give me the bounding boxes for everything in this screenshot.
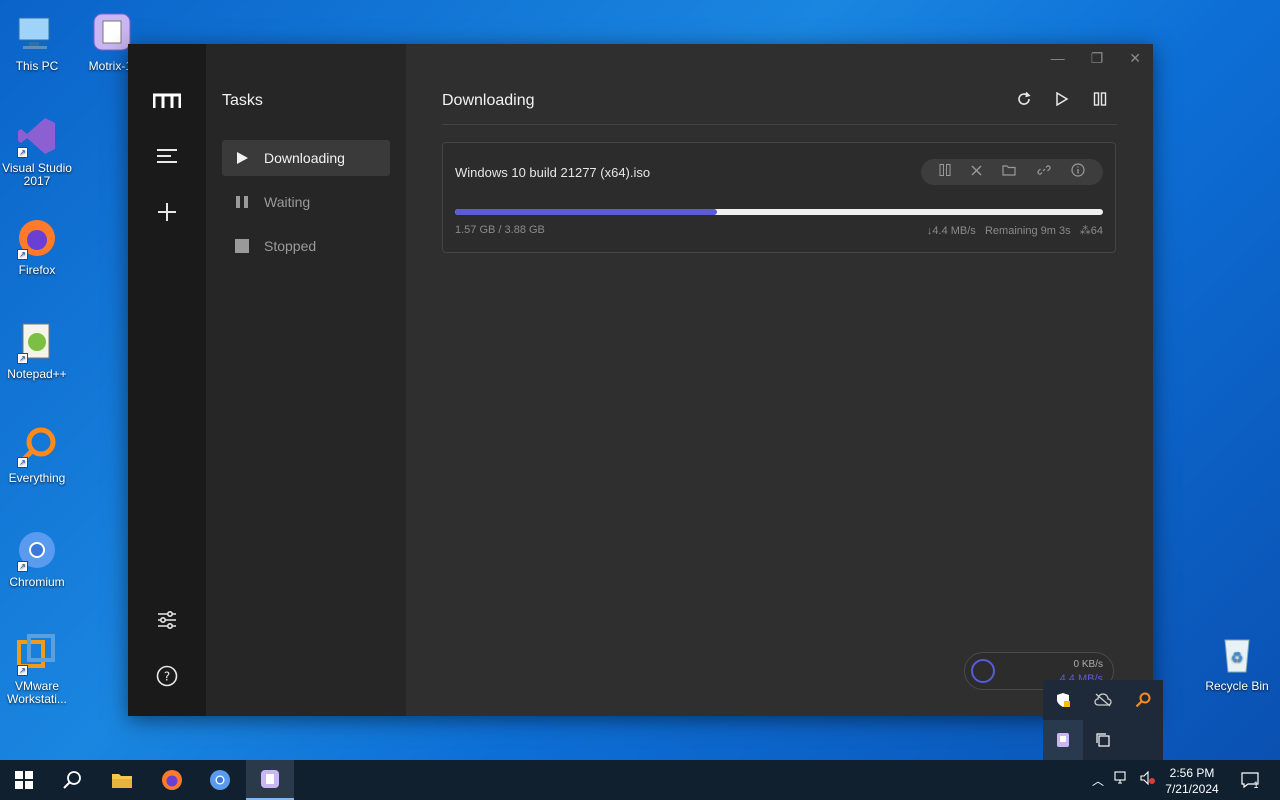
play-icon bbox=[234, 150, 250, 166]
help-icon[interactable]: ? bbox=[152, 661, 182, 691]
resume-all-icon[interactable] bbox=[1053, 90, 1071, 108]
search-button[interactable] bbox=[48, 760, 96, 800]
network-icon[interactable] bbox=[1114, 770, 1130, 790]
show-hidden-icons-chevron-icon[interactable]: ︿ bbox=[1092, 772, 1104, 789]
visual-studio-icon: ↗ bbox=[15, 114, 59, 158]
pause-task-icon[interactable] bbox=[939, 163, 951, 181]
desktop-icon-visual-studio[interactable]: ↗ Visual Studio 2017 bbox=[1, 114, 73, 188]
task-stats: ↓4.4 MB/s Remaining 9m 3s ⁂64 bbox=[927, 224, 1103, 237]
vmware-icon: ↗ bbox=[15, 632, 59, 676]
empty-slot bbox=[1123, 720, 1163, 760]
svg-text:?: ? bbox=[164, 670, 170, 684]
desktop-icon-vmware[interactable]: ↗ VMware Workstati... bbox=[1, 632, 73, 706]
connections-icon: ⁂ bbox=[1079, 225, 1091, 237]
link-icon[interactable] bbox=[1037, 163, 1051, 182]
maximize-icon[interactable]: ❐ bbox=[1091, 50, 1104, 67]
window-controls: — ❐ ✕ bbox=[1051, 50, 1141, 67]
computer-icon bbox=[15, 12, 59, 56]
desktop-icon-label: Visual Studio 2017 bbox=[2, 161, 72, 188]
refresh-icon[interactable] bbox=[1015, 90, 1033, 108]
info-icon[interactable] bbox=[1071, 162, 1085, 182]
divider bbox=[442, 124, 1117, 125]
taskbar-clock[interactable]: 2:56 PM 7/21/2024 bbox=[1160, 765, 1224, 797]
menu-icon[interactable] bbox=[152, 141, 182, 171]
task-speed: ↓4.4 MB/s bbox=[926, 225, 976, 237]
clock-date: 7/21/2024 bbox=[1165, 782, 1219, 796]
copy-window-icon[interactable] bbox=[1083, 720, 1123, 760]
everything-tray-icon[interactable] bbox=[1123, 680, 1163, 720]
task-name: Windows 10 build 21277 (x64).iso bbox=[455, 165, 651, 180]
upload-speed: 0 KB/s bbox=[1073, 659, 1103, 670]
notification-count: 1 bbox=[1253, 780, 1259, 790]
stop-icon bbox=[234, 238, 250, 254]
motrix-tray-icon[interactable] bbox=[1043, 720, 1083, 760]
cloud-offline-icon[interactable] bbox=[1083, 680, 1123, 720]
list-actions bbox=[1015, 90, 1109, 108]
task-size: 1.57 GB / 3.88 GB bbox=[455, 224, 545, 236]
start-button[interactable] bbox=[0, 760, 48, 800]
task-progress-fill bbox=[455, 209, 718, 215]
chromium-icon: ↗ bbox=[15, 528, 59, 572]
notification-center-icon[interactable]: 1 bbox=[1238, 760, 1262, 800]
svg-text:♻: ♻ bbox=[1231, 650, 1244, 666]
add-task-icon[interactable] bbox=[152, 197, 182, 227]
tray-overflow-popup bbox=[1043, 680, 1163, 760]
sidebar-item-waiting[interactable]: Waiting bbox=[222, 184, 390, 220]
motrix-logo-icon bbox=[152, 86, 182, 116]
magnifier-icon: ↗ bbox=[15, 424, 59, 468]
desktop-icon-firefox[interactable]: ↗ Firefox bbox=[1, 216, 73, 277]
sidebar-item-stopped[interactable]: Stopped bbox=[222, 228, 390, 264]
task-action-bar bbox=[921, 159, 1103, 185]
task-card[interactable]: Windows 10 build 21277 (x64).iso 1.57 GB… bbox=[442, 142, 1116, 253]
desktop-icon-label: This PC bbox=[15, 59, 59, 73]
sidebar-item-downloading[interactable]: Downloading bbox=[222, 140, 390, 176]
task-remaining: Remaining 9m 3s bbox=[984, 225, 1071, 237]
desktop-icon-label: Firefox bbox=[18, 263, 56, 277]
desktop-icon-label: Recycle Bin bbox=[1205, 679, 1269, 693]
app-rail: ? bbox=[128, 44, 206, 716]
desktop-icon-label: Everything bbox=[8, 471, 66, 485]
close-icon[interactable]: ✕ bbox=[1129, 50, 1141, 67]
firefox-taskbar-icon[interactable] bbox=[148, 760, 196, 800]
desktop-icon-this-pc[interactable]: This PC bbox=[1, 12, 73, 73]
delete-task-icon[interactable] bbox=[971, 163, 982, 181]
motrix-window: ? Tasks Downloading Waiting Stopped — ❐ … bbox=[128, 44, 1153, 716]
desktop-icon-label: Notepad++ bbox=[7, 367, 67, 381]
speedometer-gauge-icon bbox=[971, 659, 995, 683]
desktop-icon-label: Chromium bbox=[9, 575, 65, 589]
volume-muted-icon[interactable] bbox=[1140, 770, 1156, 790]
folder-icon[interactable] bbox=[1002, 163, 1017, 181]
desktop-icon-recycle-bin[interactable]: ♻ Recycle Bin bbox=[1201, 632, 1273, 693]
pause-icon bbox=[234, 194, 250, 210]
task-connections: 64 bbox=[1090, 225, 1103, 237]
sidebar-title: Tasks bbox=[222, 92, 263, 109]
firefox-icon: ↗ bbox=[15, 216, 59, 260]
file-explorer-taskbar-icon[interactable] bbox=[98, 760, 146, 800]
task-progress-bar bbox=[455, 209, 1103, 215]
pause-all-icon[interactable] bbox=[1091, 90, 1109, 108]
chromium-taskbar-icon[interactable] bbox=[196, 760, 244, 800]
security-shield-icon[interactable] bbox=[1043, 680, 1083, 720]
settings-sliders-icon[interactable] bbox=[152, 605, 182, 635]
notepadpp-icon: ↗ bbox=[15, 320, 59, 364]
taskbar: ︿ 2:56 PM 7/21/2024 1 bbox=[0, 760, 1280, 800]
sidebar-item-label: Stopped bbox=[264, 238, 317, 254]
sidebar-item-label: Waiting bbox=[264, 194, 311, 210]
task-sidebar: Tasks Downloading Waiting Stopped bbox=[206, 44, 406, 716]
system-tray: ︿ bbox=[1092, 760, 1156, 800]
sidebar-item-label: Downloading bbox=[264, 150, 345, 166]
desktop-icon-label: VMware Workstati... bbox=[7, 679, 67, 706]
desktop-icon-everything[interactable]: ↗ Everything bbox=[1, 424, 73, 485]
main-panel: — ❐ ✕ Downloading Windows 10 build 21277… bbox=[406, 44, 1153, 716]
desktop-icon-notepadpp[interactable]: ↗ Notepad++ bbox=[1, 320, 73, 381]
recycle-bin-icon: ♻ bbox=[1215, 632, 1259, 676]
page-title: Downloading bbox=[442, 92, 535, 109]
motrix-taskbar-icon[interactable] bbox=[246, 760, 294, 800]
desktop-icon-chromium[interactable]: ↗ Chromium bbox=[1, 528, 73, 589]
clock-time: 2:56 PM bbox=[1169, 766, 1215, 780]
minimize-icon[interactable]: — bbox=[1051, 50, 1065, 67]
